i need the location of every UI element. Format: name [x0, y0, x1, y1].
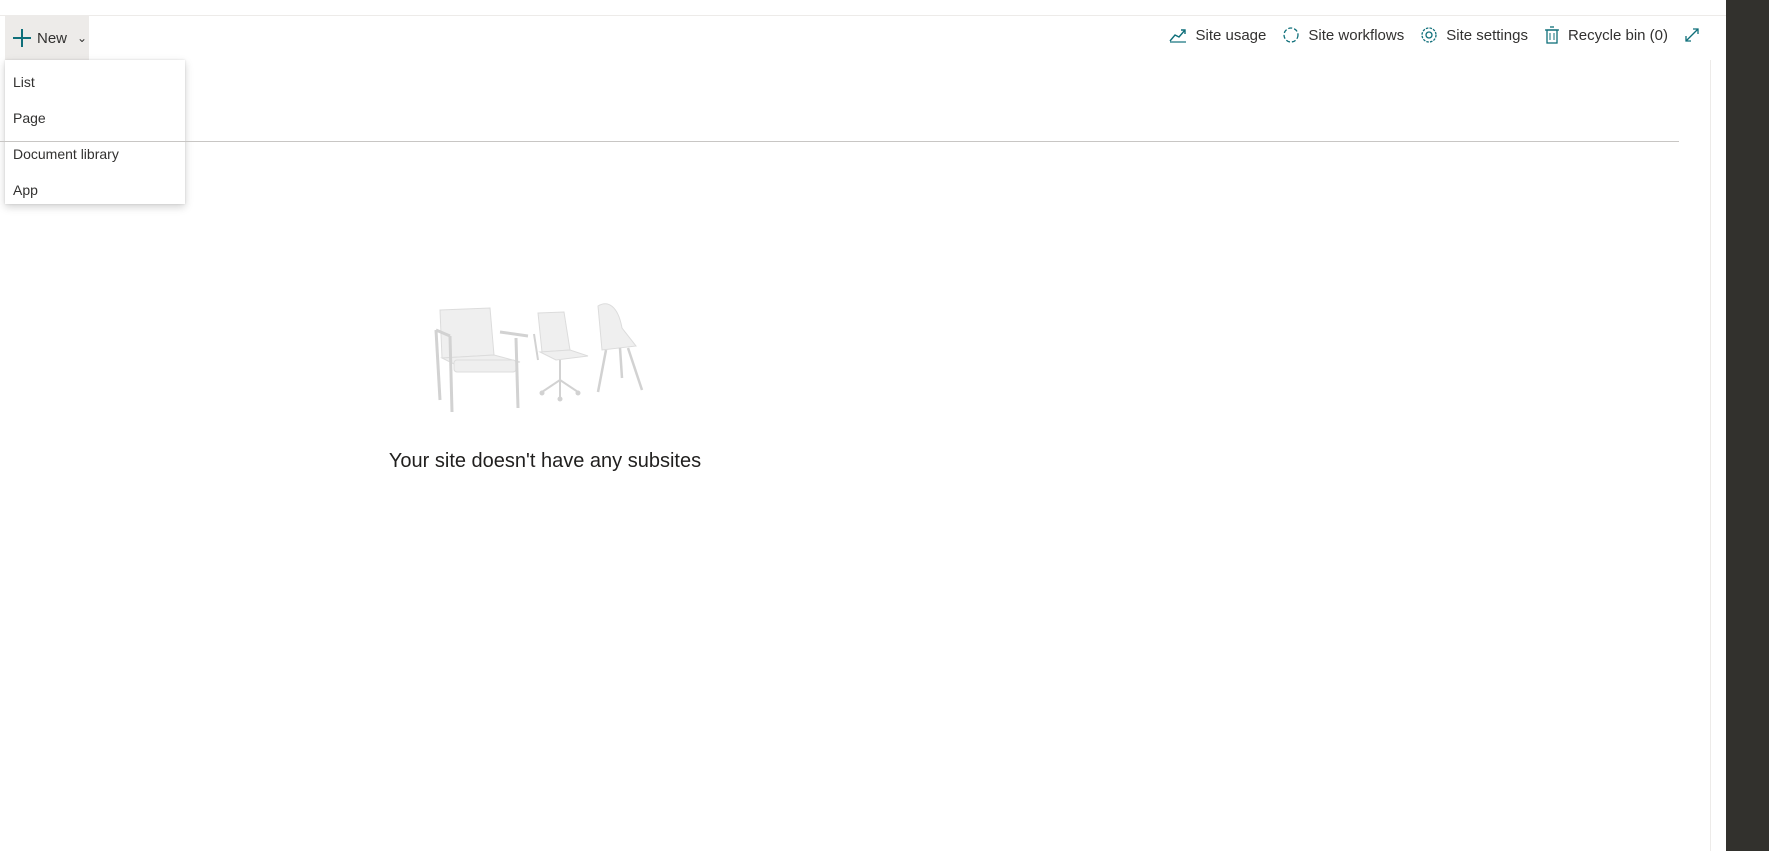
- window-frame-right: [1726, 0, 1769, 851]
- expand-button[interactable]: [1684, 27, 1700, 43]
- new-button[interactable]: New ⌄: [5, 16, 89, 60]
- new-menu: List Page Document library App: [5, 60, 185, 204]
- recycle-bin-icon: [1544, 26, 1559, 44]
- menu-item-app[interactable]: App: [5, 172, 185, 208]
- recycle-bin-button[interactable]: Recycle bin (0): [1544, 26, 1668, 44]
- site-workflows-icon: [1283, 27, 1300, 43]
- empty-state-message: Your site doesn't have any subsites: [388, 450, 702, 472]
- right-gutter: [1710, 60, 1726, 851]
- site-workflows-label: Site workflows: [1308, 26, 1405, 44]
- recycle-bin-label: Recycle bin (0): [1567, 26, 1668, 44]
- command-bar-actions: Site usage Site workflows Site settings: [1169, 26, 1700, 44]
- expand-icon: [1685, 28, 1699, 42]
- site-settings-label: Site settings: [1446, 26, 1528, 44]
- top-strip: [0, 0, 1726, 16]
- gear-icon: [1421, 27, 1437, 43]
- chairs-illustration: [434, 303, 644, 413]
- site-usage-label: Site usage: [1195, 26, 1267, 44]
- site-settings-button[interactable]: Site settings: [1420, 26, 1528, 44]
- menu-item-list[interactable]: List: [5, 64, 185, 100]
- site-usage-icon: [1169, 29, 1187, 43]
- site-workflows-button[interactable]: Site workflows: [1282, 26, 1404, 44]
- site-usage-button[interactable]: Site usage: [1169, 27, 1266, 44]
- header-divider: [0, 141, 1679, 142]
- menu-item-page[interactable]: Page: [5, 100, 185, 136]
- chevron-down-icon: ⌄: [77, 31, 88, 45]
- plus-icon: [13, 29, 31, 47]
- page: New ⌄ Site usage Site workflows Site set…: [0, 0, 1769, 851]
- new-button-label: New: [37, 29, 68, 47]
